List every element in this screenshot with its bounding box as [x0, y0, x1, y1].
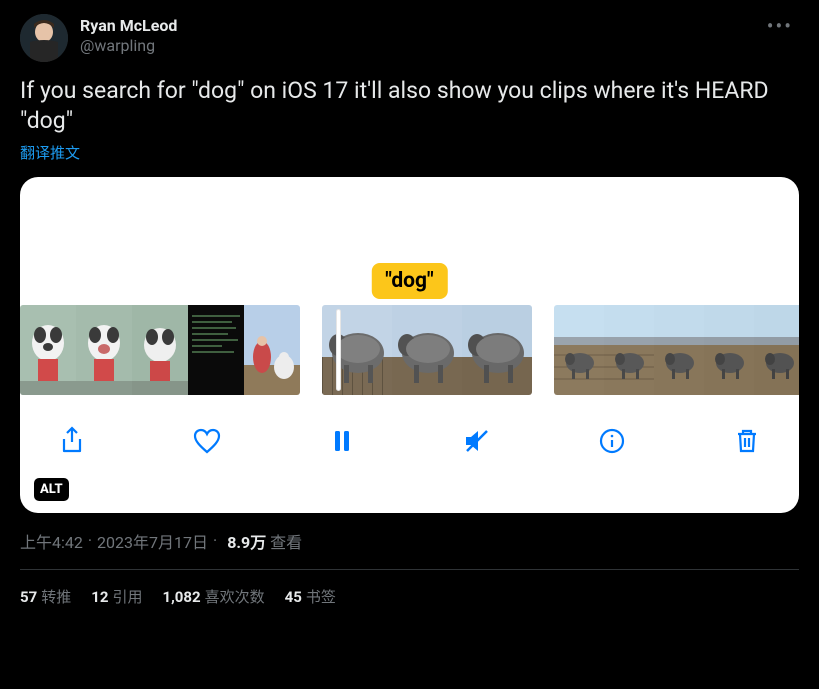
- bookmarks-label: 书签: [306, 588, 336, 606]
- info-icon: [597, 426, 627, 456]
- separator-dot: ·: [88, 531, 92, 550]
- tweet-time: 上午4:42: [20, 529, 83, 553]
- media-toolbar: [20, 395, 799, 459]
- share-icon: [57, 426, 87, 456]
- video-filmstrip[interactable]: [20, 305, 799, 395]
- media-attachment[interactable]: "dog": [20, 177, 799, 513]
- info-button[interactable]: [594, 423, 630, 459]
- video-frame: [188, 305, 244, 395]
- trash-icon: [732, 426, 762, 456]
- heart-icon: [192, 426, 222, 456]
- separator-dot: ·: [213, 531, 217, 550]
- quotes-label: 引用: [112, 588, 142, 606]
- tweet-text: If you search for "dog" on iOS 17 it'll …: [20, 76, 799, 136]
- playhead-indicator[interactable]: [336, 309, 341, 391]
- delete-button[interactable]: [729, 423, 765, 459]
- media-header-area: "dog": [20, 177, 799, 305]
- clip-segment-active[interactable]: [322, 305, 532, 395]
- video-frame: [244, 305, 300, 395]
- retweets-count: 57: [20, 588, 37, 606]
- tweet-meta[interactable]: 上午4:42 · 2023年7月17日 · 8.9万 查看: [20, 529, 799, 570]
- video-frame: [462, 305, 532, 395]
- quotes-stat[interactable]: 12引用: [91, 586, 142, 607]
- retweets-stat[interactable]: 57转推: [20, 586, 71, 607]
- tweet-stats: 57转推 12引用 1,082 喜欢次数 45书签: [20, 570, 799, 607]
- video-frame: [654, 305, 704, 395]
- pause-icon: [327, 426, 357, 456]
- retweets-label: 转推: [41, 588, 71, 606]
- video-frame: [20, 305, 76, 395]
- likes-stat[interactable]: 1,082 喜欢次数: [162, 586, 264, 607]
- quotes-count: 12: [91, 588, 108, 606]
- speaker-muted-icon: [462, 426, 492, 456]
- more-options-button[interactable]: •••: [761, 14, 799, 38]
- video-frame: [322, 305, 392, 395]
- tweet-date: 2023年7月17日: [97, 529, 208, 553]
- video-frame: [754, 305, 799, 395]
- mute-button[interactable]: [459, 423, 495, 459]
- author-handle: @warpling: [80, 36, 749, 56]
- pause-button[interactable]: [324, 423, 360, 459]
- video-frame: [704, 305, 754, 395]
- author-names[interactable]: Ryan McLeod @warpling: [80, 14, 749, 56]
- bookmarks-stat[interactable]: 45书签: [285, 586, 336, 607]
- tweet-container: Ryan McLeod @warpling ••• If you search …: [0, 0, 819, 607]
- video-frame: [604, 305, 654, 395]
- views-count: 8.9万: [227, 529, 266, 553]
- share-button[interactable]: [54, 423, 90, 459]
- like-button[interactable]: [189, 423, 225, 459]
- author-avatar[interactable]: [20, 14, 68, 62]
- likes-count: 1,082: [162, 588, 200, 606]
- alt-text-badge[interactable]: ALT: [34, 478, 69, 501]
- clip-segment[interactable]: [554, 305, 799, 395]
- author-display-name: Ryan McLeod: [80, 16, 749, 36]
- clip-segment[interactable]: [20, 305, 300, 395]
- views-label-text: 查看: [270, 529, 302, 553]
- video-frame: [554, 305, 604, 395]
- tweet-header: Ryan McLeod @warpling •••: [20, 14, 799, 62]
- bookmarks-count: 45: [285, 588, 302, 606]
- likes-label: 喜欢次数: [205, 588, 265, 606]
- more-icon: •••: [767, 14, 793, 38]
- video-frame: [392, 305, 462, 395]
- translate-link[interactable]: 翻译推文: [20, 142, 80, 163]
- video-frame: [76, 305, 132, 395]
- search-term-badge: "dog": [371, 263, 447, 299]
- video-frame: [132, 305, 188, 395]
